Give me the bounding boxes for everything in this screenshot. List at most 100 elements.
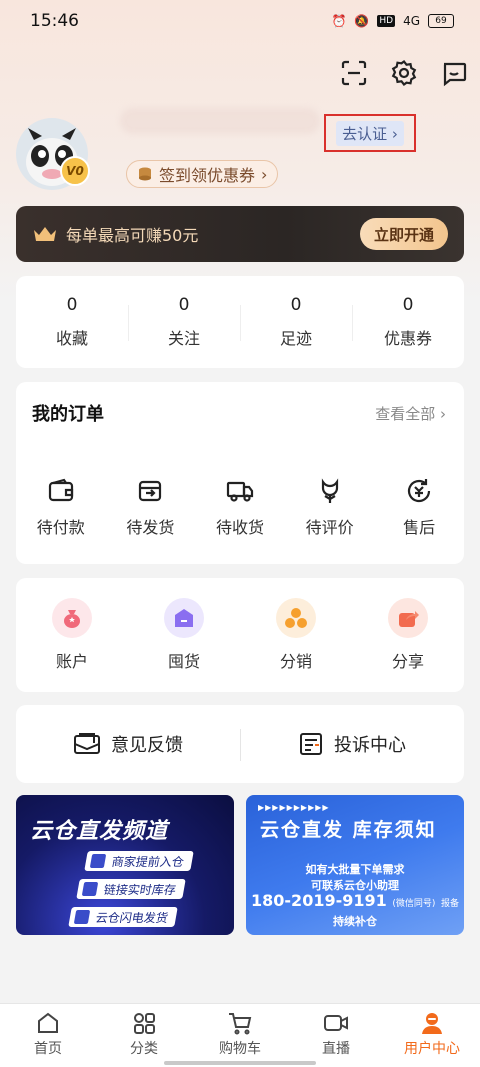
- feature-distribution[interactable]: 分销: [254, 598, 338, 672]
- stat-following[interactable]: 0 关注: [128, 295, 240, 349]
- feature-stockpile[interactable]: 囤货: [142, 598, 226, 672]
- feature-label: 账户: [55, 652, 88, 671]
- feedback-card: 意见反馈 投诉中心: [16, 705, 464, 783]
- vip-level-badge: V0: [60, 156, 90, 186]
- coin-stack-icon: [139, 167, 151, 181]
- order-after-sales[interactable]: 售后: [377, 476, 461, 538]
- vip-banner[interactable]: 每单最高可赚50元 立即开通: [16, 206, 464, 262]
- coins-icon: [276, 598, 316, 638]
- settings-gear-icon[interactable]: [386, 55, 422, 91]
- order-label: 待付款: [36, 518, 85, 537]
- flower-icon: [321, 478, 338, 503]
- status-icons: ⏰ 🔕 HD 4G 69: [331, 14, 454, 28]
- orders-view-all-link[interactable]: 查看全部 ›: [375, 403, 446, 424]
- envelope-icon: [74, 733, 100, 754]
- banner-tag-label: 商家提前入仓: [110, 854, 186, 869]
- complaint-form-icon: [300, 733, 322, 755]
- verify-label: 去认证: [342, 124, 388, 143]
- box-icon: [139, 480, 162, 502]
- stat-label: 收藏: [55, 329, 88, 348]
- signin-coupon-button[interactable]: 签到领优惠券 ›: [126, 160, 279, 188]
- vip-promo-text: 每单最高可赚50元: [66, 226, 199, 245]
- banner-tag-label: 链接实时库存: [102, 882, 178, 897]
- feedback-button[interactable]: 意见反馈: [16, 731, 240, 757]
- verify-button[interactable]: 去认证 ›: [324, 114, 416, 152]
- order-pending-payment[interactable]: 待付款: [19, 476, 103, 538]
- banner-tag: 商家提前入仓: [84, 851, 194, 871]
- feature-label: 分享: [391, 652, 424, 671]
- stat-value: 0: [402, 295, 414, 315]
- live-camera-icon: [324, 1015, 348, 1031]
- tab-label: 购物车: [219, 1041, 261, 1057]
- banner-tag: 链接实时库存: [76, 879, 186, 899]
- refund-icon: [408, 479, 431, 503]
- moneybag-icon: [52, 598, 92, 638]
- cloud-warehouse-channel-banner[interactable]: 云仓直发频道 商家提前入仓 链接实时库存 云仓闪电发货: [16, 795, 234, 935]
- order-label: 待发货: [126, 518, 175, 537]
- feature-label: 囤货: [167, 652, 200, 671]
- hd-badge: HD: [377, 15, 396, 27]
- alarm-icon: ⏰: [331, 14, 347, 28]
- warehouse-icon: [164, 598, 204, 638]
- tab-category[interactable]: 分类: [96, 1004, 192, 1067]
- bottom-tab-bar: 首页 分类 购物车 直播 用户中心: [0, 1003, 480, 1067]
- order-label: 待评价: [305, 518, 354, 537]
- stat-label: 足迹: [279, 329, 312, 348]
- wallet-icon: [48, 478, 73, 502]
- banner-text: 如有大批量下单需求: [305, 863, 405, 876]
- stat-coupons[interactable]: 0 优惠券: [352, 295, 464, 349]
- stat-value: 0: [290, 295, 302, 315]
- phone-note: (微信同号): [392, 899, 436, 909]
- status-time: 15:46: [30, 11, 79, 31]
- tab-label: 分类: [130, 1041, 158, 1057]
- chevron-right-icon: ›: [435, 404, 446, 423]
- banner-title: 云仓直发 库存须知: [260, 819, 437, 841]
- tab-live[interactable]: 直播: [288, 1004, 384, 1067]
- complaint-center-button[interactable]: 投诉中心: [240, 729, 464, 761]
- tab-label: 直播: [322, 1041, 350, 1057]
- stats-card: 0 收藏 0 关注 0 足迹 0 优惠券: [16, 276, 464, 368]
- status-bar: 15:46 ⏰ 🔕 HD 4G 69: [0, 0, 480, 42]
- feature-share[interactable]: 分享: [366, 598, 450, 672]
- battery-icon: 69: [428, 14, 454, 28]
- stat-label: 优惠券: [383, 329, 432, 348]
- tab-user-center[interactable]: 用户中心: [384, 1004, 480, 1067]
- tab-cart[interactable]: 购物车: [192, 1004, 288, 1067]
- feedback-label: 意见反馈: [111, 735, 183, 756]
- order-label: 待收货: [215, 518, 264, 537]
- order-pending-receipt[interactable]: 待收货: [198, 476, 282, 538]
- stock-notice-banner[interactable]: ▶▶▶▶▶▶▶▶▶▶ 云仓直发 库存须知 如有大批量下单需求 可联系云仓小助理 …: [246, 795, 464, 935]
- tab-label: 首页: [34, 1041, 62, 1057]
- header-actions: [336, 55, 472, 91]
- home-icon: [38, 1012, 58, 1033]
- chevron-right-icon: ›: [261, 164, 268, 184]
- stat-history[interactable]: 0 足迹: [240, 295, 352, 349]
- house-icon: [81, 882, 99, 896]
- orders-card: 我的订单 查看全部 › 待付款 待发货 待收货 待评价 售后: [16, 382, 464, 564]
- crown-icon: [34, 227, 56, 241]
- order-pending-review[interactable]: 待评价: [288, 476, 372, 538]
- username-blurred: [120, 108, 320, 134]
- feature-account[interactable]: 账户: [30, 598, 114, 672]
- vip-open-button[interactable]: 立即开通: [359, 218, 448, 250]
- order-label: 售后: [403, 518, 436, 537]
- grid-icon: [134, 1013, 155, 1034]
- signin-label: 签到领优惠券: [159, 166, 256, 185]
- stat-label: 关注: [167, 329, 200, 348]
- feature-label: 分销: [279, 652, 312, 671]
- scan-icon[interactable]: [336, 55, 372, 91]
- user-icon: [422, 1013, 442, 1034]
- cart-icon: [229, 1013, 252, 1035]
- order-pending-shipment[interactable]: 待发货: [108, 476, 192, 538]
- message-icon[interactable]: [436, 55, 472, 91]
- stat-favorites[interactable]: 0 收藏: [16, 295, 128, 349]
- banner-title: 云仓直发频道: [30, 819, 169, 844]
- banner-tag-label: 云仓闪电发货: [94, 910, 170, 925]
- battery-level: 69: [435, 16, 447, 26]
- complaint-label: 投诉中心: [334, 735, 406, 756]
- banner-arrows: ▶▶▶▶▶▶▶▶▶▶: [258, 803, 330, 812]
- tab-home[interactable]: 首页: [0, 1004, 96, 1067]
- stat-value: 0: [178, 295, 190, 315]
- phone-suffix: 报备: [440, 899, 459, 909]
- features-card: 账户 囤货 分销 分享: [16, 578, 464, 692]
